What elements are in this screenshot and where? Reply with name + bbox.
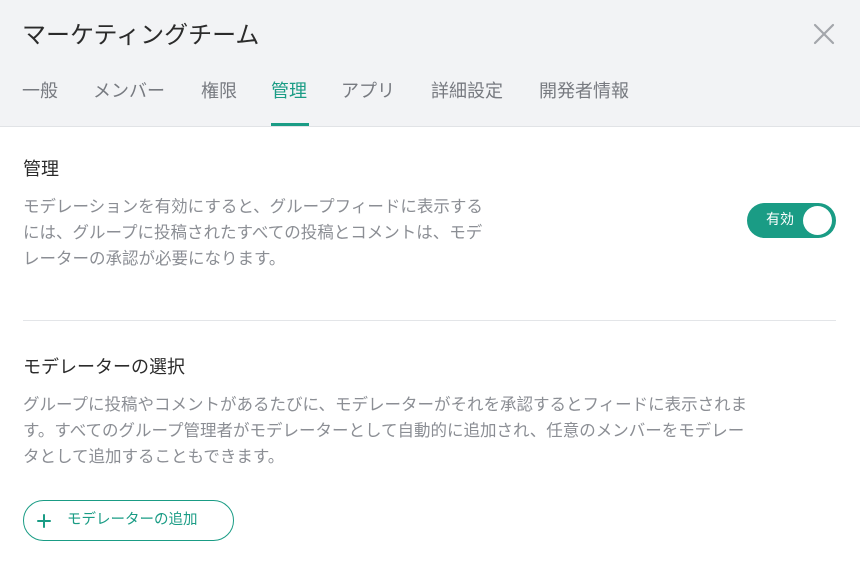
moderation-description: モデレーションを有効にすると、グループフィードに表示する には、グループに投稿さ… <box>23 194 553 272</box>
add-moderator-label: モデレーターの追加 <box>67 512 198 528</box>
moderation-section-title: 管理 <box>23 159 59 180</box>
moderation-description-line: には、グループに投稿されたすべての投稿とコメントは、モデ <box>23 223 483 242</box>
moderation-description-line: レーターの承認が必要になります。 <box>23 249 286 268</box>
dialog-title: マーケティングチーム <box>22 21 260 49</box>
moderation-description-line: モデレーションを有効にすると、グループフィードに表示する <box>23 197 483 216</box>
moderators-description: グループに投稿やコメントがあるたびに、モデレーターがそれを承認するとフィードに表… <box>23 392 838 470</box>
toggle-knob <box>803 206 832 235</box>
close-icon <box>813 23 835 45</box>
moderation-toggle[interactable]: 有効 <box>747 203 836 238</box>
plus-icon <box>37 514 51 528</box>
tab-moderation[interactable]: 管理 <box>271 78 307 106</box>
moderators-description-line: す。すべてのグループ管理者がモデレーターとして自動的に追加され、任意のメンバーを… <box>23 421 745 440</box>
tab-permissions[interactable]: 権限 <box>201 78 237 106</box>
group-settings-dialog: マーケティングチーム 一般 メンバー 権限 管理 アプリ 詳細設定 開発者情報 … <box>0 0 860 584</box>
tab-apps[interactable]: アプリ <box>341 78 395 106</box>
moderators-description-line: グループに投稿やコメントがあるたびに、モデレーターがそれを承認するとフィードに表… <box>23 395 748 414</box>
section-divider <box>23 320 836 321</box>
tab-developer-info[interactable]: 開発者情報 <box>539 78 629 106</box>
moderators-section-title: モデレーターの選択 <box>23 357 185 378</box>
tab-advanced-settings[interactable]: 詳細設定 <box>431 78 503 106</box>
toggle-label: 有効 <box>766 212 794 228</box>
active-tab-indicator <box>271 123 309 126</box>
add-moderator-button[interactable]: モデレーターの追加 <box>23 500 234 541</box>
close-button[interactable] <box>808 18 840 50</box>
moderators-description-line: タとして追加することもできます。 <box>23 447 285 466</box>
tab-general[interactable]: 一般 <box>22 78 58 106</box>
tab-members[interactable]: メンバー <box>93 78 165 106</box>
dialog-header: マーケティングチーム 一般 メンバー 権限 管理 アプリ 詳細設定 開発者情報 <box>0 0 860 127</box>
